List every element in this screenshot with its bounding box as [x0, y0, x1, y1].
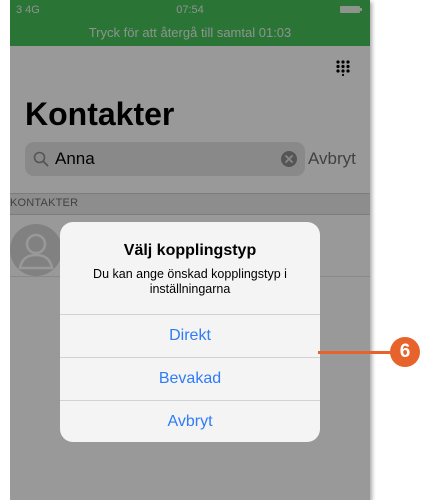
- callout-badge: 6: [390, 337, 420, 367]
- callout-line: [318, 351, 393, 354]
- direct-button[interactable]: Direkt: [60, 314, 320, 357]
- dialog-cancel-button[interactable]: Avbryt: [60, 400, 320, 442]
- app-screen: 3 4G 07:54 Tryck för att återgå till sam…: [10, 0, 370, 500]
- dialog-message: Du kan ange önskad kopplingstyp i instäl…: [93, 267, 287, 296]
- monitored-button[interactable]: Bevakad: [60, 357, 320, 400]
- connection-type-dialog: Välj kopplingstyp Du kan ange önskad kop…: [60, 222, 320, 442]
- dialog-title: Välj kopplingstyp: [123, 242, 257, 259]
- dialog-header: Välj kopplingstyp Du kan ange önskad kop…: [60, 222, 320, 313]
- phone-screen: 3 4G 07:54 Tryck för att återgå till sam…: [0, 0, 370, 500]
